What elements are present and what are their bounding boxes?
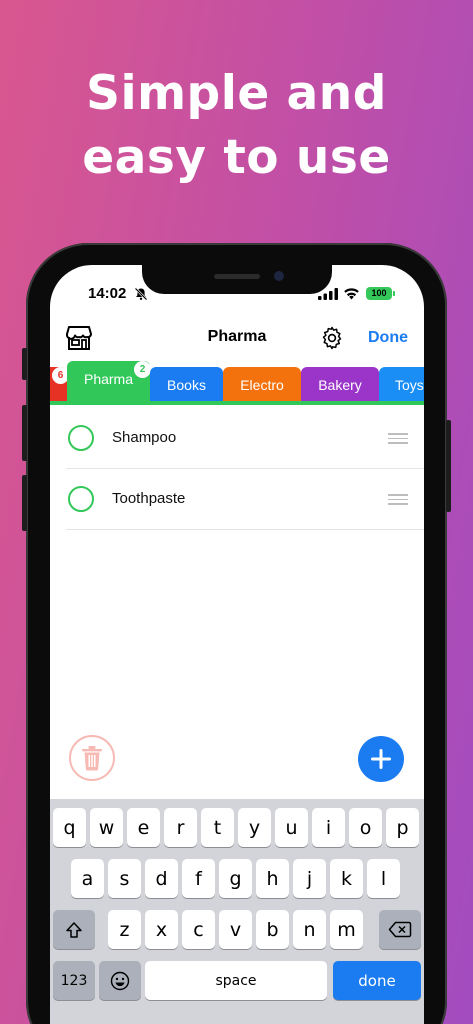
keyboard: q w e r t y u i o p a s d f g h j k l z … [50,799,424,1024]
tab-toys[interactable]: Toys [379,367,424,403]
key-p[interactable]: p [386,808,419,847]
key-m[interactable]: m [330,910,363,949]
drag-handle-icon[interactable] [388,433,408,445]
key-g[interactable]: g [219,859,252,898]
bell-slash-icon [134,287,148,301]
status-time: 14:02 [88,285,127,302]
headline-line-1: Simple and [86,66,387,121]
key-w[interactable]: w [90,808,123,847]
tab-toys-label: Toys [395,377,424,393]
shift-key[interactable] [53,910,95,949]
check-circle-icon[interactable] [68,486,94,512]
key-v[interactable]: v [219,910,252,949]
key-o[interactable]: o [349,808,382,847]
keyboard-done-key[interactable]: done [333,961,421,1000]
cellular-signal-icon [318,288,338,300]
backspace-icon [388,921,412,938]
notch [142,265,332,294]
key-f[interactable]: f [182,859,215,898]
key-x[interactable]: x [145,910,178,949]
headline-line-2: easy to use [82,130,391,185]
key-u[interactable]: u [275,808,308,847]
tab-electro-label: Electro [240,377,284,393]
phone-screen: 14:02 100 Pharma Done 6 Pharma 2 Books E… [50,265,424,1024]
tab-pharma-label: Pharma [83,371,134,387]
key-e[interactable]: e [127,808,160,847]
item-label: Shampoo [112,429,177,446]
plus-icon [371,749,391,769]
gear-icon[interactable] [320,326,344,350]
done-button[interactable]: Done [368,329,408,347]
tab-books-label: Books [167,377,206,393]
key-q[interactable]: q [53,808,86,847]
key-z[interactable]: z [108,910,141,949]
battery-indicator: 100 [366,287,395,300]
tab-bakery[interactable]: Bakery [301,367,379,403]
phone-power-button [446,420,451,512]
headline: Simple and easy to use [0,62,473,190]
key-j[interactable]: j [293,859,326,898]
wifi-icon [344,288,359,300]
phone-volume-up-button [22,405,27,461]
item-label: Toothpaste [112,490,186,507]
tab-badge-pharma: 2 [134,361,151,378]
key-s[interactable]: s [108,859,141,898]
add-item-button[interactable] [358,736,404,782]
key-y[interactable]: y [238,808,271,847]
list-item[interactable]: Shampoo [66,408,424,469]
camera-icon [274,271,284,281]
numbers-key[interactable]: 123 [53,961,95,1000]
key-d[interactable]: d [145,859,178,898]
key-b[interactable]: b [256,910,289,949]
tab-books[interactable]: Books [150,367,223,403]
key-i[interactable]: i [312,808,345,847]
key-k[interactable]: k [330,859,363,898]
check-circle-icon[interactable] [68,425,94,451]
key-a[interactable]: a [71,859,104,898]
item-list: Shampoo Toothpaste [66,408,424,530]
emoji-key[interactable] [99,961,141,1000]
drag-handle-icon[interactable] [388,494,408,506]
trash-icon [82,746,102,771]
key-n[interactable]: n [293,910,326,949]
phone-volume-down-button [22,475,27,531]
shift-icon [66,921,82,938]
emoji-icon [110,971,130,990]
key-r[interactable]: r [164,808,197,847]
backspace-key[interactable] [379,910,421,949]
list-item[interactable]: Toothpaste [66,469,424,530]
tab-bakery-label: Bakery [318,377,362,393]
tab-underline [50,401,424,405]
key-h[interactable]: h [256,859,289,898]
key-t[interactable]: t [201,808,234,847]
phone-mute-switch [22,348,27,380]
key-l[interactable]: l [367,859,400,898]
tab-electro[interactable]: Electro [223,367,301,403]
delete-button[interactable] [69,735,115,781]
key-c[interactable]: c [182,910,215,949]
speaker-grille [214,274,260,279]
category-tabs: 6 Pharma 2 Books Electro Bakery Toys [50,361,424,405]
space-key[interactable]: space [145,961,327,1000]
